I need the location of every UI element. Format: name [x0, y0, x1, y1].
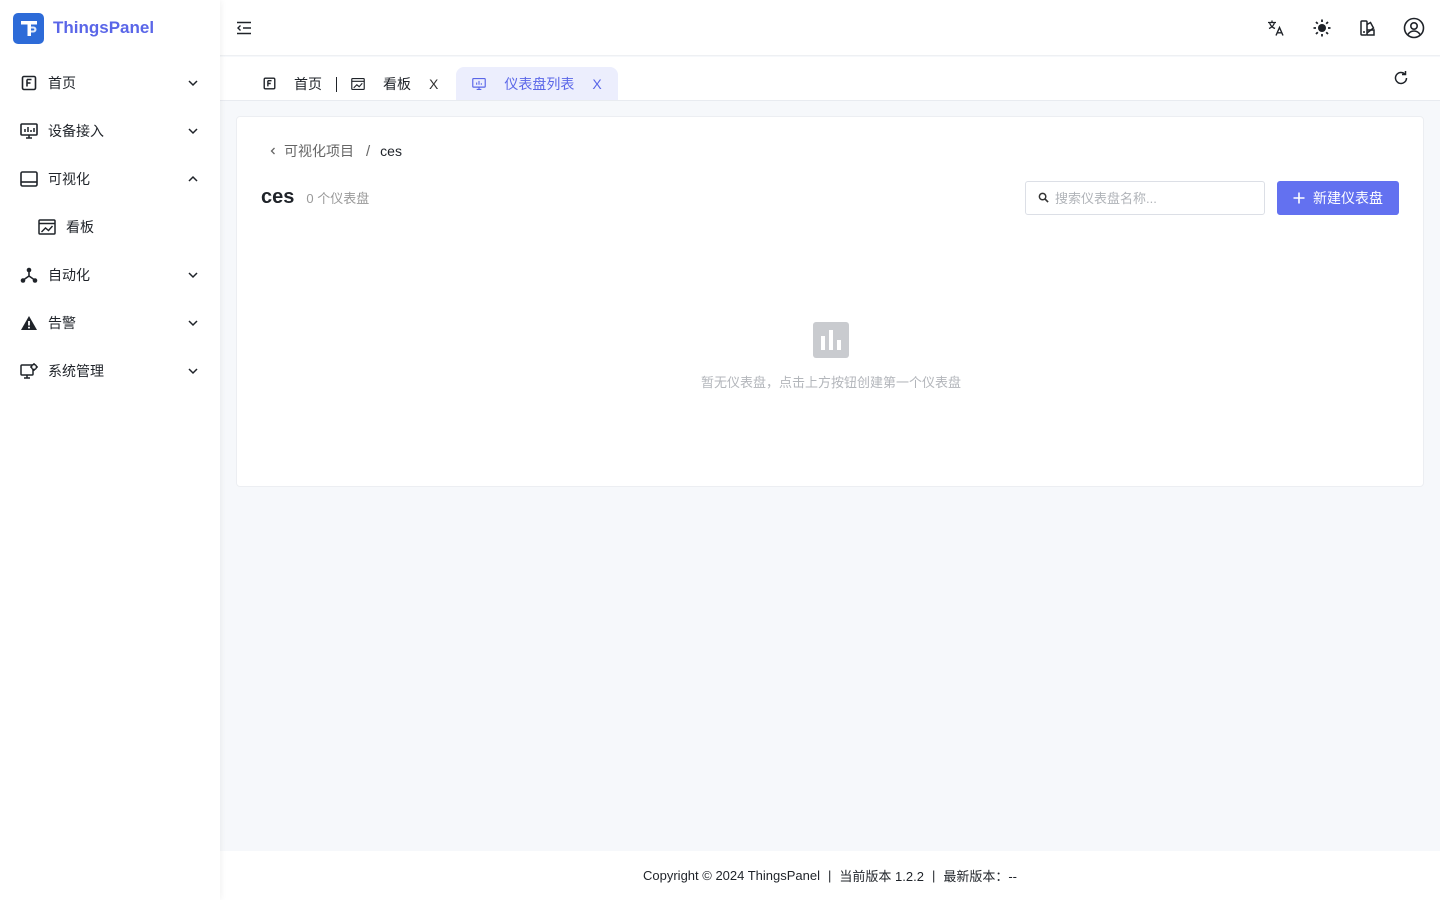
footer-separator: | — [828, 868, 832, 883]
tab-label: 首页 — [294, 75, 322, 92]
breadcrumb-current: ces — [380, 143, 402, 159]
sidebar: ThingsPanel 首页 设备接入 可视化 看板 自动化 告警 系统管理 — [0, 0, 220, 900]
theme-palette-icon[interactable] — [1356, 16, 1380, 40]
sidebar-item-automation[interactable]: 自动化 — [0, 251, 220, 299]
sidebar-item-visualization[interactable]: 可视化 — [0, 155, 220, 203]
project-header: ces 0 个仪表盘 — [261, 186, 369, 209]
home-icon — [262, 77, 276, 91]
chevron-left-icon[interactable] — [267, 145, 279, 157]
breadcrumb-parent-link[interactable]: 可视化项目 — [284, 141, 354, 161]
tab-label: 仪表盘列表 — [504, 75, 575, 92]
user-avatar-icon[interactable] — [1402, 16, 1426, 40]
tab-dashboard[interactable]: 看板 X — [345, 67, 444, 100]
chevron-down-icon — [186, 364, 200, 378]
sidebar-item-home[interactable]: 首页 — [0, 59, 220, 107]
app-name: ThingsPanel — [53, 18, 155, 37]
tab-home[interactable]: 首页 — [256, 67, 328, 100]
translate-icon[interactable] — [1264, 16, 1288, 40]
sidebar-item-label: 首页 — [48, 75, 76, 91]
thingspanel-logo-icon — [13, 12, 44, 44]
tab-bar: 首页 看板 X 仪表盘列表 X — [220, 57, 1440, 101]
dashboard-icon — [38, 218, 56, 236]
home-icon — [20, 74, 38, 92]
menu-collapse-icon[interactable] — [234, 18, 254, 38]
sidebar-item-label: 可视化 — [48, 171, 90, 187]
dashboard-icon — [351, 77, 365, 91]
chevron-down-icon — [186, 124, 200, 138]
chevron-down-icon — [186, 76, 200, 90]
logo[interactable]: ThingsPanel — [0, 0, 220, 56]
chevron-down-icon — [186, 316, 200, 330]
sidebar-item-label: 告警 — [48, 315, 76, 331]
chevron-up-icon — [186, 172, 200, 186]
create-dashboard-button[interactable]: 新建仪表盘 — [1277, 181, 1399, 215]
sidebar-menu: 首页 设备接入 可视化 看板 自动化 告警 系统管理 — [0, 59, 220, 395]
sidebar-item-label: 设备接入 — [48, 123, 104, 139]
chevron-down-icon — [186, 268, 200, 282]
breadcrumb: 可视化项目 / ces — [267, 141, 402, 161]
system-settings-icon — [20, 362, 38, 380]
search-input[interactable] — [1055, 190, 1264, 206]
footer-separator: | — [931, 868, 936, 883]
empty-state: 暂无仪表盘，点击上方按钮创建第一个仪表盘 — [237, 320, 1425, 391]
refresh-icon[interactable] — [1392, 69, 1410, 87]
sun-icon[interactable] — [1310, 16, 1334, 40]
empty-state-text: 暂无仪表盘，点击上方按钮创建第一个仪表盘 — [700, 375, 961, 390]
dashboard-count: 0 个仪表盘 — [306, 191, 370, 206]
sidebar-item-system-management[interactable]: 系统管理 — [0, 347, 220, 395]
top-header — [220, 0, 1440, 56]
tab-close-button[interactable]: X — [592, 76, 601, 92]
tab-divider — [336, 77, 337, 92]
monitor-icon — [20, 122, 38, 140]
page-title: ces — [261, 186, 295, 208]
tab-label: 看板 — [383, 75, 411, 92]
footer: Copyright © 2024 ThingsPanel | 当前版本 1.2.… — [220, 851, 1440, 900]
tab-dashboard-list[interactable]: 仪表盘列表 X — [456, 67, 618, 100]
sidebar-item-device-access[interactable]: 设备接入 — [0, 107, 220, 155]
dashboard-list-card: 可视化项目 / ces ces 0 个仪表盘 新建仪表盘 暂无仪表盘，点击上方按… — [236, 116, 1424, 487]
search-box — [1025, 181, 1265, 215]
copyright-text: Copyright © 2024 ThingsPanel — [643, 868, 821, 883]
breadcrumb-separator: / — [366, 142, 371, 160]
bar-chart-icon — [811, 320, 851, 360]
plus-icon — [1293, 191, 1305, 205]
sidebar-item-alarm[interactable]: 告警 — [0, 299, 220, 347]
create-dashboard-label: 新建仪表盘 — [1313, 190, 1383, 206]
monitor-icon — [472, 77, 487, 91]
sidebar-item-label: 看板 — [66, 219, 94, 235]
automation-icon — [20, 266, 38, 284]
sidebar-item-dashboard[interactable]: 看板 — [0, 203, 220, 251]
sidebar-item-label: 自动化 — [48, 267, 90, 283]
search-icon — [1038, 190, 1049, 206]
current-version-text: 当前版本 1.2.2 — [839, 869, 924, 884]
latest-version-text: 最新版本：-- — [943, 869, 1017, 884]
visualization-icon — [20, 170, 38, 188]
sidebar-item-label: 系统管理 — [48, 363, 104, 379]
warning-icon — [20, 314, 38, 332]
tab-close-button[interactable]: X — [429, 76, 438, 92]
